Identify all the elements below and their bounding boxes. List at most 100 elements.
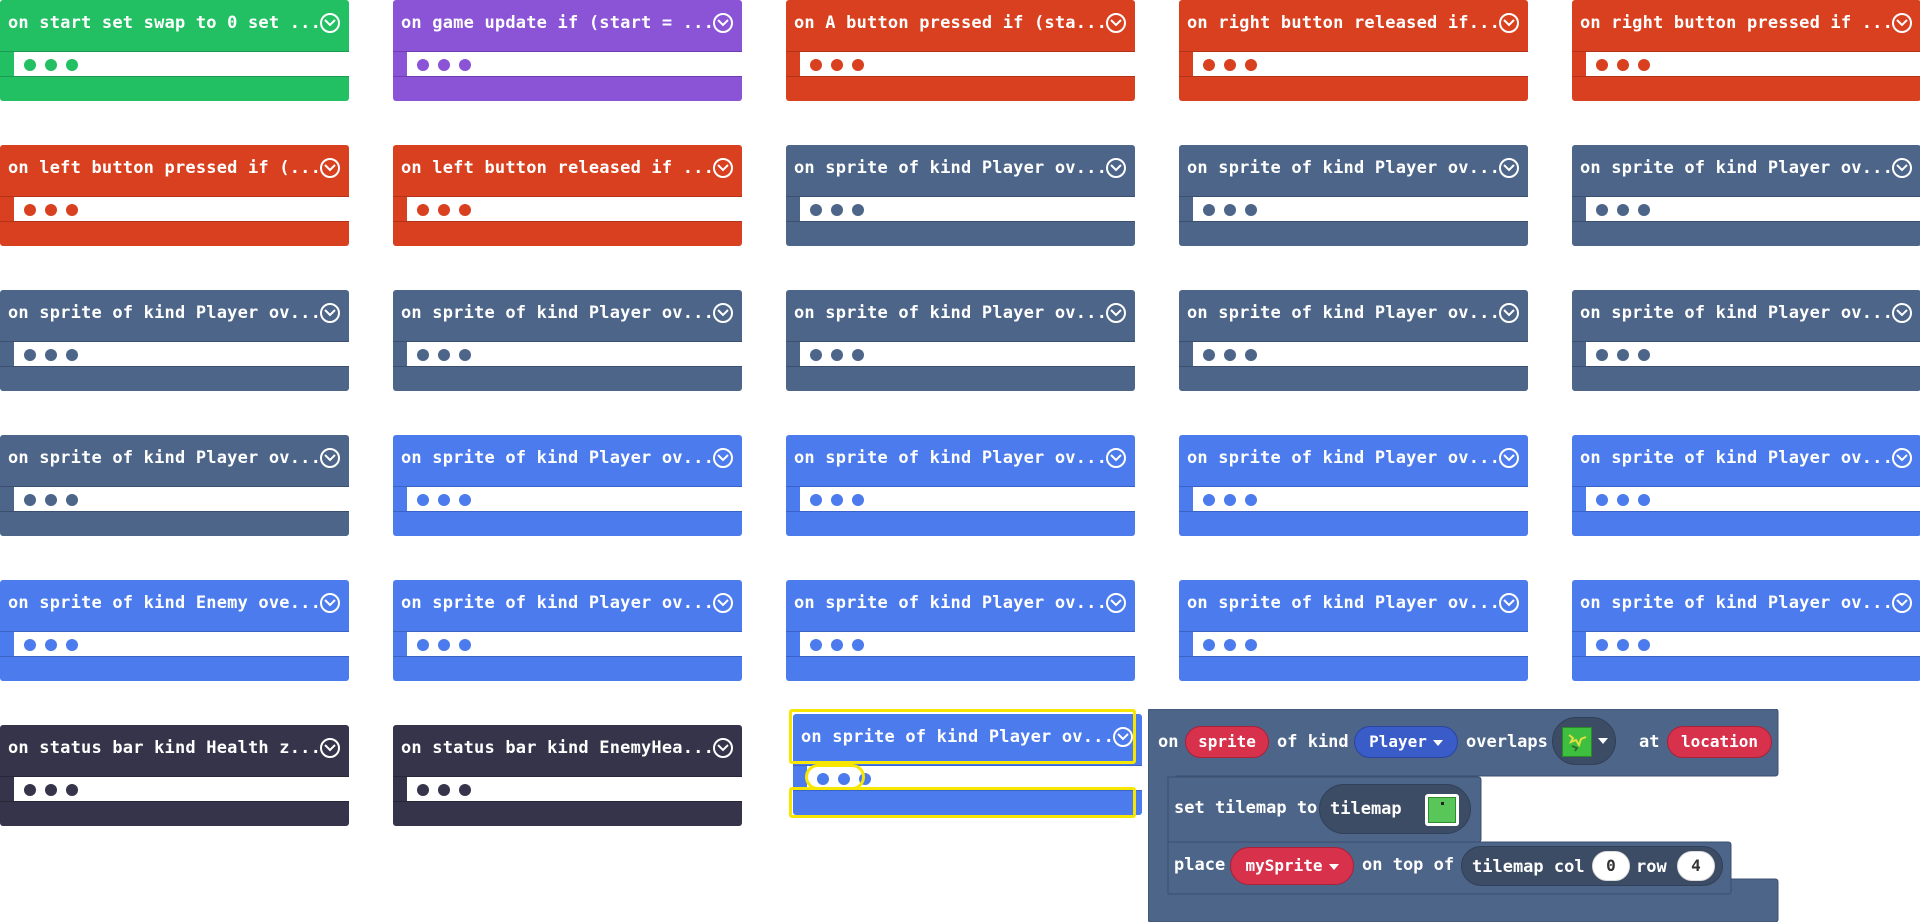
collapsed-statement-slot[interactable] [409,779,742,801]
collapsed-event-block[interactable]: on sprite of kind Player ov... [793,714,1142,815]
expand-chevron-icon[interactable] [713,158,733,178]
block-header[interactable]: on sprite of kind Player ov... [793,714,1142,766]
collapsed-statement-slot[interactable] [409,54,742,76]
collapsed-event-block[interactable]: on sprite of kind Player ov... [786,145,1135,246]
collapsed-statement-slot[interactable] [1588,634,1920,656]
expand-chevron-icon[interactable] [1499,158,1519,178]
collapsed-statement-slot[interactable] [16,634,349,656]
expand-chevron-icon[interactable] [713,303,733,323]
collapsed-statement-slot[interactable] [1195,489,1528,511]
collapsed-statement-slot[interactable] [409,634,742,656]
expand-chevron-icon[interactable] [320,593,340,613]
collapsed-statement-slot[interactable] [16,489,349,511]
collapsed-event-block[interactable]: on status bar kind EnemyHea... [393,725,742,826]
collapsed-event-block[interactable]: on sprite of kind Player ov... [1572,580,1920,681]
expand-chevron-icon[interactable] [1499,448,1519,468]
expand-chevron-icon[interactable] [1892,158,1912,178]
expand-chevron-icon[interactable] [320,158,340,178]
block-header[interactable]: on status bar kind Health z... [0,725,349,777]
block-header[interactable]: on sprite of kind Enemy ove... [0,580,349,632]
block-header[interactable]: on sprite of kind Player ov... [393,580,742,632]
location-variable-pill[interactable]: location [1667,726,1772,758]
block-header[interactable]: on sprite of kind Player ov... [786,290,1135,342]
block-header[interactable]: on A button pressed if (sta... [786,0,1135,52]
expand-chevron-icon[interactable] [1499,303,1519,323]
collapsed-statement-slot[interactable] [409,489,742,511]
collapsed-event-block[interactable]: on sprite of kind Player ov... [1179,435,1528,536]
block-header[interactable]: on left button released if ... [393,145,742,197]
collapsed-statement-slot[interactable] [1588,344,1920,366]
collapsed-statement-slot[interactable] [1195,54,1528,76]
collapsed-event-block[interactable]: on left button pressed if (... [0,145,349,246]
collapsed-event-block[interactable]: on left button released if ... [393,145,742,246]
expand-chevron-icon[interactable] [713,13,733,33]
collapsed-event-block[interactable]: on sprite of kind Player ov... [393,435,742,536]
expanded-overlap-event-block[interactable]: on sprite of kind Player overlaps at loc… [1148,709,1780,922]
collapsed-statement-slot[interactable] [802,634,1135,656]
collapsed-statement-slot[interactable] [1588,54,1920,76]
collapsed-event-block[interactable]: on sprite of kind Player ov... [393,580,742,681]
expand-chevron-icon[interactable] [1113,727,1133,747]
collapsed-event-block[interactable]: on sprite of kind Player ov... [1179,145,1528,246]
collapsed-statement-slot[interactable] [16,54,349,76]
collapsed-statement-slot[interactable] [1588,199,1920,221]
block-header[interactable]: on sprite of kind Player ov... [1179,290,1528,342]
collapsed-statement-slot[interactable] [1195,199,1528,221]
collapsed-event-block[interactable]: on sprite of kind Player ov... [1179,290,1528,391]
block-header[interactable]: on sprite of kind Player ov... [1179,145,1528,197]
collapsed-statement-slot[interactable] [409,199,742,221]
collapsed-event-block[interactable]: on sprite of kind Player ov... [786,290,1135,391]
expand-chevron-icon[interactable] [1106,448,1126,468]
block-header[interactable]: on sprite of kind Player ov... [0,435,349,487]
collapsed-event-block[interactable]: on status bar kind Health z... [0,725,349,826]
block-header[interactable]: on left button pressed if (... [0,145,349,197]
collapsed-event-block[interactable]: on right button released if... [1179,0,1528,101]
block-header[interactable]: on sprite of kind Player ov... [1572,580,1920,632]
block-header[interactable]: on sprite of kind Player ov... [1572,290,1920,342]
collapsed-statement-slot[interactable] [409,344,742,366]
block-header[interactable]: on sprite of kind Player ov... [393,435,742,487]
block-header[interactable]: on start set swap to 0 set ... [0,0,349,52]
collapsed-event-block[interactable]: on sprite of kind Player ov... [0,290,349,391]
expand-chevron-icon[interactable] [1499,13,1519,33]
expand-chevron-icon[interactable] [320,448,340,468]
block-header[interactable]: on sprite of kind Player ov... [786,145,1135,197]
collapsed-event-block[interactable]: on sprite of kind Player ov... [1572,145,1920,246]
kind-dropdown[interactable]: Player [1354,726,1458,758]
collapsed-statement-slot[interactable] [802,54,1135,76]
tilemap-location-block[interactable]: tilemap col 0 row 4 [1461,846,1723,886]
tilemap-picker[interactable]: tilemap [1319,784,1471,834]
expand-chevron-icon[interactable] [320,13,340,33]
collapsed-statement-slot[interactable] [1195,344,1528,366]
collapsed-statement-slot[interactable] [802,489,1135,511]
collapsed-statement-slot[interactable] [16,779,349,801]
expand-chevron-icon[interactable] [1892,13,1912,33]
collapsed-event-block[interactable]: on A button pressed if (sta... [786,0,1135,101]
expand-chevron-icon[interactable] [713,448,733,468]
collapsed-statement-slot[interactable] [16,344,349,366]
collapsed-event-block[interactable]: on sprite of kind Player ov... [1572,290,1920,391]
collapsed-event-block[interactable]: on right button pressed if ... [1572,0,1920,101]
collapsed-statement-slot[interactable] [802,199,1135,221]
collapsed-event-block[interactable]: on sprite of kind Player ov... [393,290,742,391]
block-header[interactable]: on sprite of kind Player ov... [1572,435,1920,487]
block-header[interactable]: on sprite of kind Player ov... [786,580,1135,632]
collapsed-statement-slot[interactable] [16,199,349,221]
block-header[interactable]: on sprite of kind Player ov... [0,290,349,342]
block-header[interactable]: on sprite of kind Player ov... [1572,145,1920,197]
collapsed-statement-slot[interactable] [1195,634,1528,656]
collapsed-event-block[interactable]: on sprite of kind Player ov... [1179,580,1528,681]
expand-chevron-icon[interactable] [713,738,733,758]
block-header[interactable]: on game update if (start = ... [393,0,742,52]
expand-chevron-icon[interactable] [1499,593,1519,613]
collapsed-event-block[interactable]: on sprite of kind Player ov... [786,580,1135,681]
collapsed-event-block[interactable]: on sprite of kind Player ov... [786,435,1135,536]
collapsed-statement-slot[interactable] [802,344,1135,366]
expand-chevron-icon[interactable] [320,303,340,323]
expand-chevron-icon[interactable] [1106,13,1126,33]
mysprite-dropdown[interactable]: mySprite [1230,847,1354,885]
collapsed-event-block[interactable]: on game update if (start = ... [393,0,742,101]
sprite-variable-pill[interactable]: sprite [1185,726,1269,758]
tile-picker-dropdown[interactable] [1552,717,1616,765]
expand-chevron-icon[interactable] [1106,158,1126,178]
